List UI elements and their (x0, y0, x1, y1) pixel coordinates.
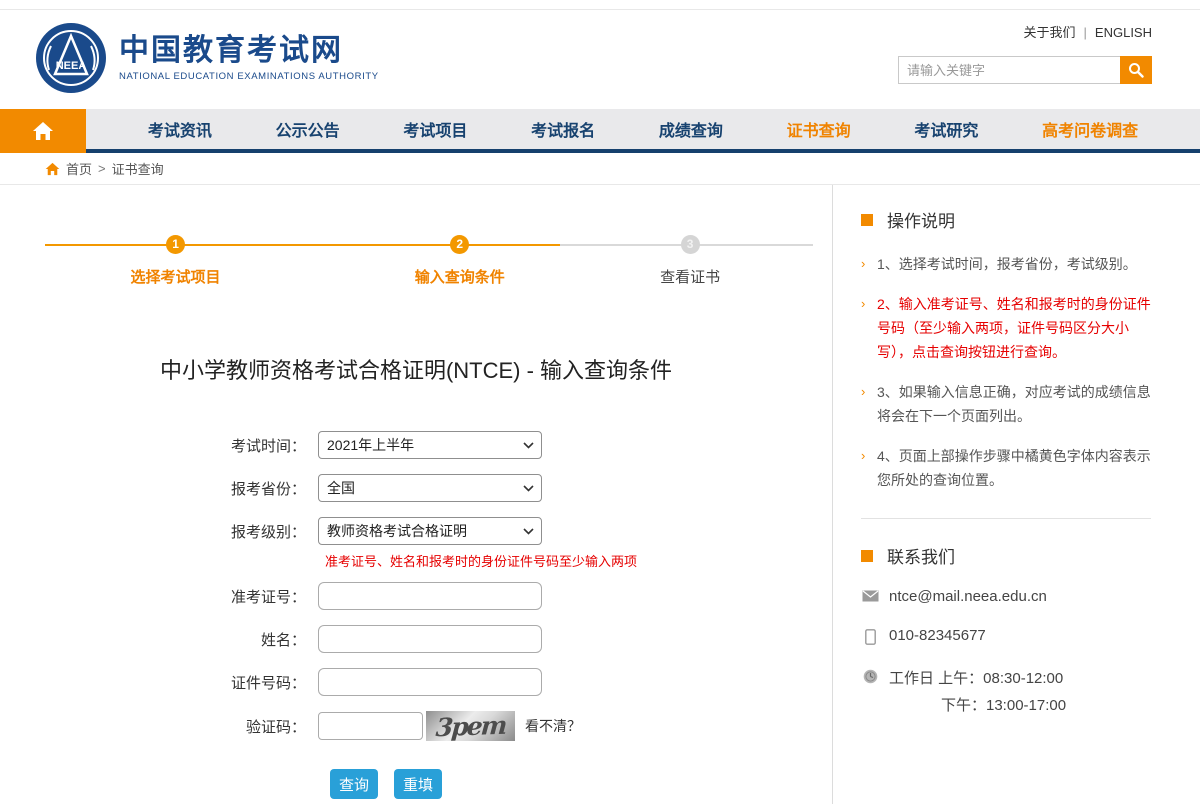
breadcrumb: 首页 > 证书查询 (0, 153, 1200, 185)
instructions-header: 操作说明 (861, 207, 1199, 232)
instruction-item-1: ›1、选择考试时间，报考省份，考试级别。 (861, 252, 1153, 276)
instructions-title: 操作说明 (887, 207, 955, 232)
level-select[interactable]: 教师资格考试合格证明 (318, 517, 542, 545)
contact-email: ntce@mail.neea.edu.cn (889, 588, 1047, 605)
orange-square-bullet-icon (861, 550, 873, 562)
phone-icon (861, 627, 879, 645)
captcha-input[interactable] (318, 712, 423, 740)
query-form: 考试时间： 2021年上半年 报考省份： 全国 报考级别： (0, 431, 832, 799)
envelope-icon (861, 588, 879, 602)
top-strip (0, 0, 1200, 10)
hours-am: 上午：08:30-12:00 (938, 670, 1063, 687)
nav-item-score-query[interactable]: 成绩查询 (659, 117, 723, 141)
province-label: 报考省份： (0, 478, 318, 499)
admission-ticket-label: 准考证号： (0, 586, 318, 607)
reset-button[interactable]: 重填 (394, 769, 442, 799)
id-number-input[interactable] (318, 668, 542, 696)
captcha-refresh-link[interactable]: 看不清？ (525, 716, 581, 736)
step-3-label: 查看证书 (660, 266, 720, 287)
step-2-dot: 2 (450, 235, 469, 254)
neea-emblem-icon: NEEA (35, 22, 107, 94)
nav-home-button[interactable] (0, 109, 86, 153)
name-input[interactable] (318, 625, 542, 653)
chevron-right-icon: › (861, 380, 865, 404)
id-number-label: 证件号码： (0, 672, 318, 693)
contact-hours-row: 工作日 上午：08:30-12:00 下午：13:00-17:00 (861, 667, 1199, 715)
query-button[interactable]: 查询 (330, 769, 378, 799)
page-title: 中小学教师资格考试合格证明(NTCE) - 输入查询条件 (0, 353, 832, 385)
captcha-code: 3pem (435, 710, 506, 741)
top-links: 关于我们 | ENGLISH (1024, 22, 1152, 41)
contact-phone-row: 010-82345677 (861, 627, 1199, 645)
step-2-label: 输入查询条件 (415, 266, 505, 287)
top-links-separator: | (1084, 25, 1087, 40)
site-header: NEEA 中国教育考试网 NATIONAL EDUCATION EXAMINAT… (0, 10, 1200, 109)
step-1-dot: 1 (166, 235, 185, 254)
contact-header: 联系我们 (861, 543, 1199, 568)
chevron-right-icon: › (861, 252, 865, 276)
site-title: 中国教育考试网 (119, 34, 379, 68)
search-input[interactable] (898, 56, 1120, 84)
instruction-item-2: ›2、输入准考证号、姓名和报考时的身份证件号码（至少输入两项，证件号码区分大小写… (861, 292, 1153, 364)
search-bar (898, 56, 1152, 84)
breadcrumb-home-icon (45, 162, 60, 176)
english-link[interactable]: ENGLISH (1095, 25, 1152, 40)
query-panel: 1 选择考试项目 2 输入查询条件 3 查看证书 中小学教师资格考试合格证明(N… (0, 185, 833, 804)
nav-item-gaokao-survey[interactable]: 高考问卷调查 (1042, 117, 1138, 141)
captcha-image: 3pem (426, 711, 515, 741)
hours-label: 工作日 (889, 670, 938, 687)
province-select[interactable]: 全国 (318, 474, 542, 502)
nav-item-exam-projects[interactable]: 考试项目 (403, 117, 467, 141)
breadcrumb-home-link[interactable]: 首页 (66, 159, 92, 178)
step-indicator: 1 选择考试项目 2 输入查询条件 3 查看证书 (45, 231, 813, 293)
instruction-item-4: ›4、页面上部操作步骤中橘黄色字体内容表示您所处的查询位置。 (861, 444, 1153, 492)
contact-phone: 010-82345677 (889, 627, 986, 644)
home-icon (32, 121, 54, 141)
contact-hours: 工作日 上午：08:30-12:00 下午：13:00-17:00 (889, 667, 1066, 715)
search-icon (1128, 62, 1144, 78)
instruction-item-3: ›3、如果输入信息正确，对应考试的成绩信息将会在下一个页面列出。 (861, 380, 1153, 428)
chevron-right-icon: › (861, 292, 865, 316)
hours-pm: 下午：13:00-17:00 (889, 694, 1066, 715)
nav-item-exam-news[interactable]: 考试资讯 (148, 117, 212, 141)
captcha-label: 验证码： (0, 716, 318, 737)
step-1-label: 选择考试项目 (131, 266, 221, 287)
step-2-enter-criteria: 2 输入查询条件 (415, 235, 505, 287)
chevron-right-icon: › (861, 444, 865, 468)
nav-item-registration[interactable]: 考试报名 (531, 117, 595, 141)
orange-square-bullet-icon (861, 214, 873, 226)
step-3-dot: 3 (681, 235, 700, 254)
nav-item-exam-research[interactable]: 考试研究 (914, 117, 978, 141)
form-hint: 准考证号、姓名和报考时的身份证件号码至少输入两项 (325, 551, 832, 570)
svg-text:NEEA: NEEA (56, 60, 87, 72)
contact-title: 联系我们 (887, 543, 955, 568)
breadcrumb-separator: > (98, 161, 106, 176)
site-subtitle: NATIONAL EDUCATION EXAMINATIONS AUTHORIT… (119, 71, 379, 82)
name-label: 姓名： (0, 629, 318, 650)
breadcrumb-current: 证书查询 (112, 159, 164, 178)
nav-item-announcements[interactable]: 公示公告 (276, 117, 340, 141)
search-button[interactable] (1120, 56, 1152, 84)
clock-icon (861, 667, 879, 684)
exam-time-select[interactable]: 2021年上半年 (318, 431, 542, 459)
contact-email-row: ntce@mail.neea.edu.cn (861, 588, 1199, 605)
step-1-select-project: 1 选择考试项目 (131, 235, 221, 287)
nav-item-certificate-query[interactable]: 证书查询 (787, 117, 851, 141)
site-logo[interactable]: NEEA 中国教育考试网 NATIONAL EDUCATION EXAMINAT… (35, 22, 379, 94)
exam-time-label: 考试时间： (0, 435, 318, 456)
step-3-view-certificate: 3 查看证书 (660, 235, 720, 287)
about-us-link[interactable]: 关于我们 (1024, 25, 1076, 40)
main-nav: 考试资讯 公示公告 考试项目 考试报名 成绩查询 证书查询 考试研究 高考问卷调… (0, 109, 1200, 153)
instructions-list: ›1、选择考试时间，报考省份，考试级别。 ›2、输入准考证号、姓名和报考时的身份… (861, 252, 1153, 492)
level-label: 报考级别： (0, 521, 318, 542)
info-sidebar: 操作说明 ›1、选择考试时间，报考省份，考试级别。 ›2、输入准考证号、姓名和报… (833, 185, 1199, 804)
sidebar-divider (861, 518, 1151, 519)
admission-ticket-input[interactable] (318, 582, 542, 610)
